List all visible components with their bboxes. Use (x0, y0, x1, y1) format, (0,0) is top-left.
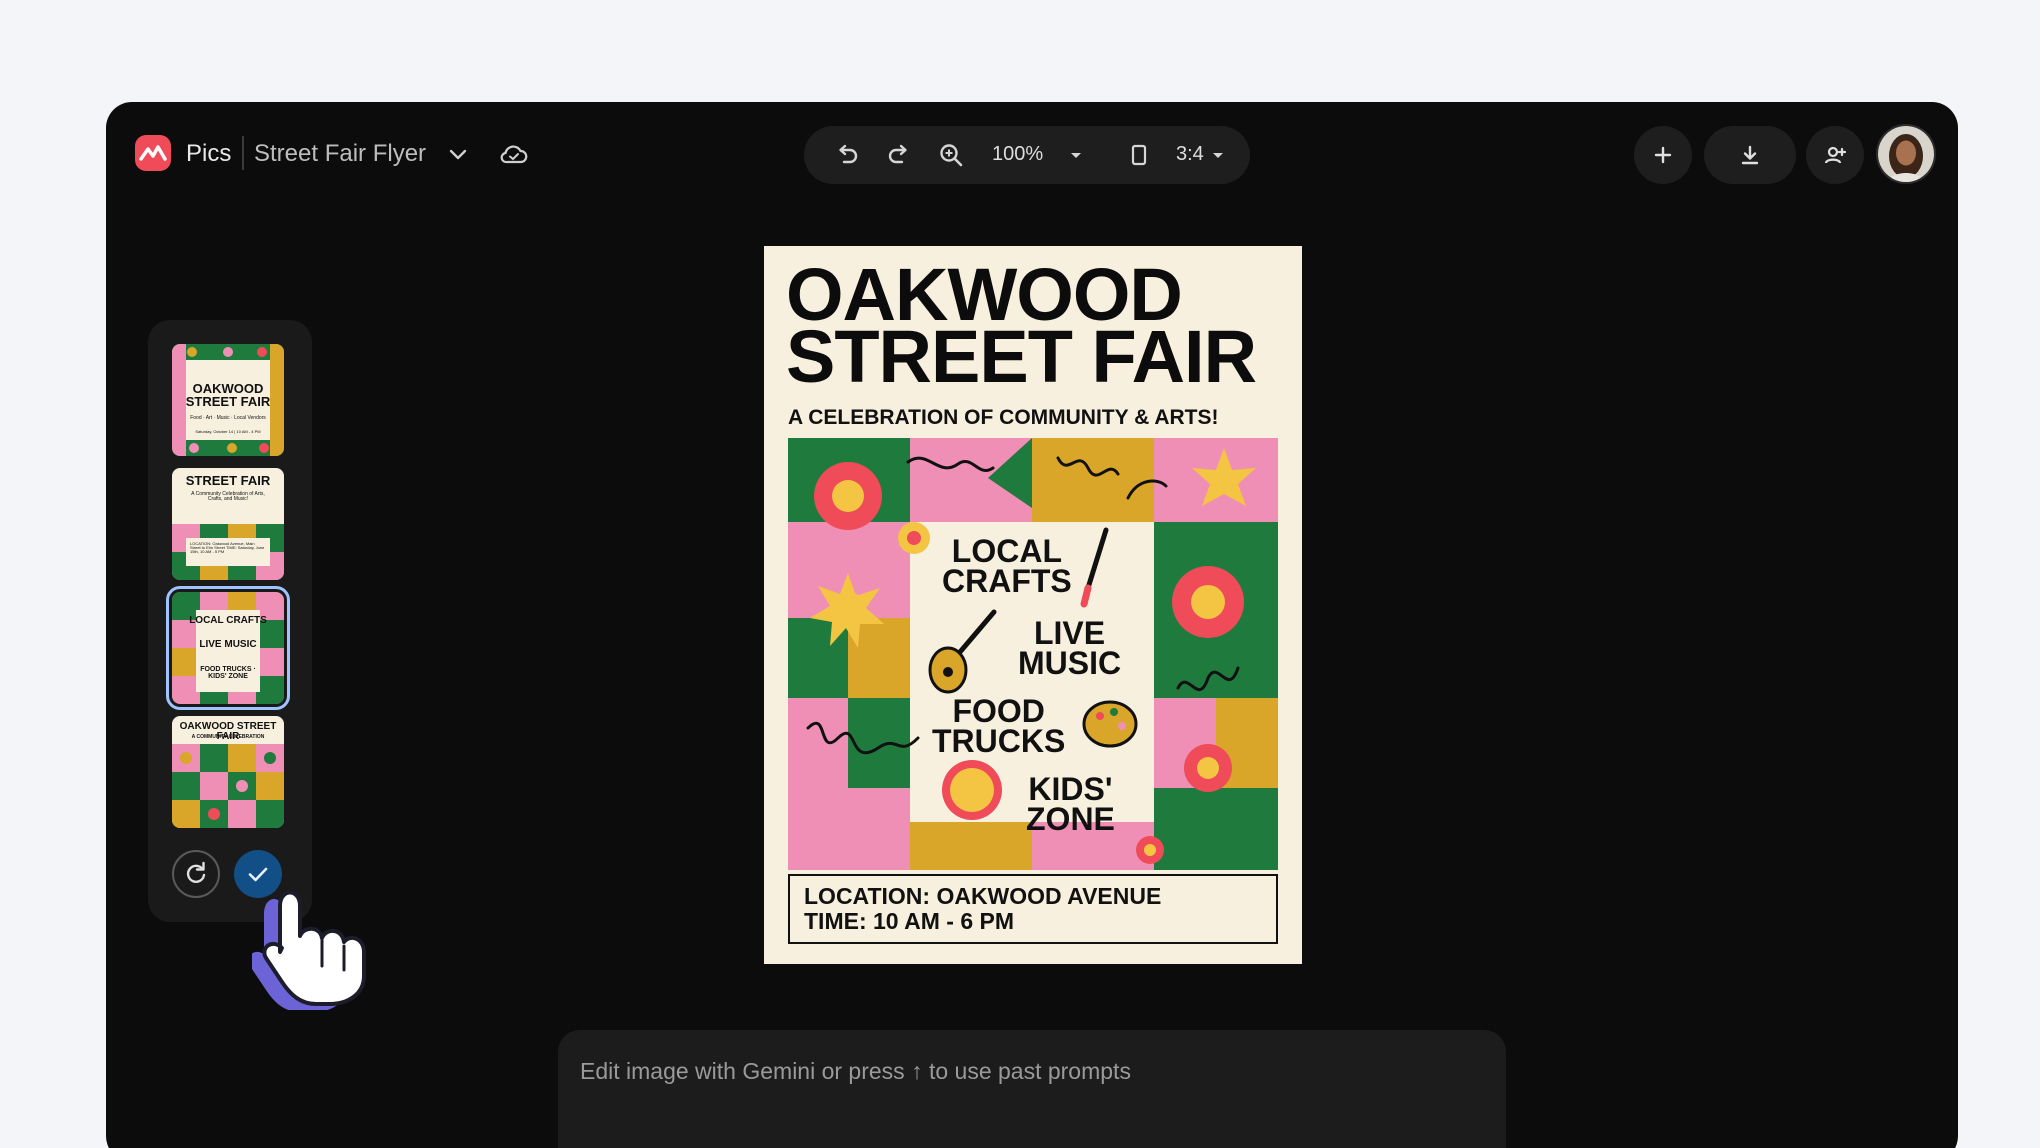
variant-thumbnail-2[interactable]: STREET FAIR A Community Celebration of A… (172, 468, 284, 580)
prompt-input[interactable]: Edit image with Gemini or press ↑ to use… (558, 1030, 1506, 1148)
undo-icon[interactable] (832, 140, 862, 170)
regenerate-button[interactable] (172, 850, 220, 898)
sun-icon-2 (942, 760, 1002, 820)
variant-rail: OAKWOOD STREET FAIR Food · Art · Music ·… (148, 320, 312, 922)
poster-item-kids-line-1: KIDS' (1028, 771, 1113, 807)
top-bar: Pics Street Fair Flyer 100% 3:4 (106, 102, 1958, 208)
flower-icon (814, 462, 882, 530)
poster-item-local-crafts: LOCAL CRAFTS (942, 533, 1072, 599)
zoom-level[interactable]: 100% (992, 143, 1043, 166)
variant-2-line: A Community Celebration of Arts, Crafts,… (191, 491, 265, 502)
aspect-dropdown-icon[interactable] (1208, 140, 1228, 170)
poster-title-line-2: STREET FAIR (786, 315, 1257, 398)
poster-item-food-line-1: FOOD (952, 693, 1045, 729)
variant-thumbnail-4[interactable]: OAKWOOD STREET FAIR A COMMUNITY CELEBRAT… (172, 716, 284, 828)
zoom-in-icon[interactable] (936, 140, 966, 170)
poster-time: TIME: 10 AM - 6 PM (804, 908, 1014, 934)
poster-item-food-trucks: FOOD TRUCKS (932, 693, 1066, 759)
pics-logo-icon[interactable] (132, 132, 174, 174)
poster-item-kids-zone: KIDS' ZONE (1026, 771, 1115, 837)
poster-info-box: LOCATION: OAKWOOD AVENUE TIME: 10 AM - 6… (788, 874, 1278, 944)
canvas-toolbar: 100% 3:4 (804, 126, 1250, 184)
canvas-image[interactable]: OAKWOOD STREET FAIR A CELEBRATION OF COM… (764, 246, 1302, 964)
palette-icon (1082, 700, 1138, 748)
variant-2-footer: LOCATION: Oakwood Avenue, Main Street to… (190, 541, 265, 554)
chevron-down-icon[interactable] (444, 140, 472, 168)
prompt-placeholder: Edit image with Gemini or press ↑ to use… (580, 1058, 1131, 1084)
download-icon (1741, 145, 1759, 165)
share-button[interactable] (1806, 126, 1864, 184)
poster-item-crafts-line-1: LOCAL (951, 533, 1062, 569)
variant-thumbnail-1[interactable]: OAKWOOD STREET FAIR Food · Art · Music ·… (172, 344, 284, 456)
download-button[interactable] (1704, 126, 1796, 184)
poster-location: LOCATION: OAKWOOD AVENUE (804, 883, 1162, 909)
small-flower-icon (898, 522, 930, 554)
redo-icon[interactable] (884, 140, 914, 170)
app-name: Pics (186, 140, 232, 167)
variant-2-title: STREET FAIR (185, 473, 271, 488)
poster-item-food-line-2: TRUCKS (932, 723, 1066, 759)
portrait-frame-icon[interactable] (1124, 140, 1154, 170)
cloud-saved-icon[interactable] (498, 138, 530, 170)
poster-item-kids-line-2: ZONE (1026, 801, 1115, 837)
variant-3-footer: FOOD TRUCKS · KIDS' ZONE (200, 666, 256, 680)
add-person-icon (1824, 146, 1847, 164)
poster-item-live-music: LIVE MUSIC (1018, 615, 1122, 681)
poster-item-crafts-line-2: CRAFTS (942, 563, 1072, 599)
poster-title: OAKWOOD STREET FAIR (786, 258, 1282, 398)
poster-subtitle: A CELEBRATION OF COMMUNITY & ARTS! (788, 406, 1219, 429)
user-avatar[interactable] (1876, 124, 1936, 184)
title-divider (242, 136, 244, 170)
variant-3-line: LIVE MUSIC (199, 639, 257, 650)
hand-pointer-icon (252, 890, 366, 1010)
variant-1-line: Food · Art · Music · Local Vendors (190, 415, 266, 421)
refresh-icon (186, 861, 206, 883)
app-window: Pics Street Fair Flyer 100% 3:4 OAKWOOD … (106, 102, 1958, 1148)
poster-item-music-line-2: MUSIC (1018, 645, 1122, 681)
plus-icon (1654, 146, 1672, 164)
add-button[interactable] (1634, 126, 1692, 184)
small-flower-icon-2 (1136, 836, 1164, 864)
poster-item-music-line-1: LIVE (1033, 615, 1106, 651)
variant-thumbnail-3[interactable]: LOCAL CRAFTS LIVE MUSIC FOOD TRUCKS · KI… (166, 586, 290, 710)
zoom-dropdown-icon[interactable] (1066, 140, 1086, 170)
variant-1-footer: Saturday, October 14 | 10 AM - 4 PM (195, 429, 261, 434)
variant-1-title: OAKWOOD STREET FAIR (185, 381, 271, 409)
aspect-ratio[interactable]: 3:4 (1176, 143, 1204, 166)
variant-4-line: A COMMUNITY CELEBRATION (191, 734, 265, 740)
flower-icon-2 (1172, 566, 1244, 638)
flower-icon-3 (1184, 744, 1232, 792)
document-title[interactable]: Street Fair Flyer (254, 140, 426, 168)
variant-3-title: LOCAL CRAFTS (189, 615, 267, 626)
